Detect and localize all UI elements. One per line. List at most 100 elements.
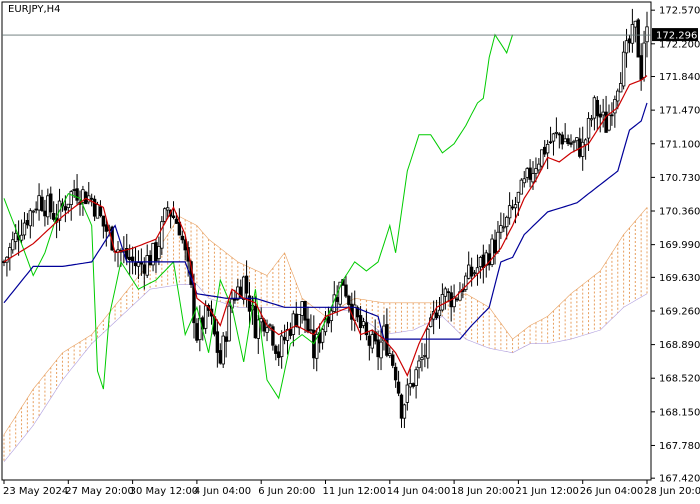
candle-body: [405, 384, 410, 403]
candle-body: [227, 305, 231, 342]
candle-body: [396, 381, 401, 394]
candle-body: [610, 114, 614, 117]
candle-body: [335, 297, 339, 302]
candle-body: [274, 345, 278, 354]
candle-body: [376, 339, 380, 358]
candle-body: [388, 353, 392, 357]
candle-body: [303, 300, 307, 321]
candle-body: [560, 134, 564, 145]
candle-body: [513, 204, 518, 209]
candle-body: [554, 131, 559, 134]
candle-body: [361, 321, 366, 326]
candle-body: [472, 272, 477, 275]
candle-body: [174, 218, 179, 224]
candle-body: [40, 196, 44, 211]
chart-area: 172.570 172.200 171.840 171.470 171.100 170.7…: [0, 0, 700, 500]
candle-body: [502, 226, 506, 229]
y-tick-label: 167.420: [659, 474, 700, 485]
candle-body: [616, 90, 620, 102]
candle-body: [127, 256, 132, 261]
candle-body: [645, 26, 649, 43]
candle-body: [417, 360, 421, 369]
candle-body: [414, 369, 418, 387]
x-tick-label: 11 Jun 12:00: [323, 486, 387, 497]
y-tick-label: 167.780: [659, 441, 700, 452]
candle-body: [618, 83, 623, 93]
candle-body: [423, 355, 427, 357]
candle-body: [408, 383, 412, 388]
candle-body: [426, 328, 430, 359]
candle-body: [49, 193, 53, 213]
candle-body: [569, 142, 573, 145]
candle-body: [195, 323, 199, 341]
candle-body: [11, 239, 15, 251]
candle-body: [481, 254, 486, 269]
candle-body: [496, 231, 500, 252]
candle-body: [522, 178, 526, 184]
candle-body: [37, 195, 41, 211]
candle-body: [31, 210, 35, 213]
candle-body: [540, 149, 544, 167]
candle-body: [63, 206, 68, 211]
candle-body: [244, 275, 249, 294]
candle-body: [291, 313, 296, 335]
candle-body: [586, 117, 591, 139]
candle-body: [253, 305, 258, 339]
candle-body: [467, 264, 471, 279]
candle-body: [581, 141, 585, 157]
candle-body: [639, 55, 643, 80]
candle-body: [25, 220, 30, 226]
candle-body: [154, 242, 158, 262]
candle-body: [443, 288, 448, 297]
candle-body: [294, 313, 298, 327]
candle-body: [306, 318, 310, 333]
candle-body: [420, 357, 424, 361]
candle-body: [19, 234, 24, 241]
candle-body: [72, 189, 76, 191]
candle-body: [160, 221, 164, 249]
symbol-label: EURJPY,H4: [8, 4, 61, 15]
candle-body: [157, 246, 161, 260]
candle-body: [607, 114, 611, 131]
candle-body: [548, 141, 553, 144]
candle-body: [455, 298, 459, 301]
candle-body: [598, 113, 602, 118]
y-tick-label: 169.990: [659, 240, 700, 251]
candle-body: [139, 262, 144, 265]
candle-body: [69, 191, 73, 205]
candle-body: [592, 97, 597, 119]
candle-body: [528, 167, 532, 180]
candle-body: [148, 255, 152, 266]
candle-body: [203, 305, 208, 329]
candle-body: [624, 40, 629, 54]
x-tick-label: 4 Jun 04:00: [194, 486, 251, 497]
candle-body: [627, 38, 632, 44]
candle-body: [519, 179, 524, 195]
candle-body: [165, 207, 170, 211]
candle-body: [34, 208, 38, 211]
candle-body: [142, 264, 146, 274]
candle-body: [566, 138, 570, 145]
candle-body: [572, 140, 576, 143]
x-tick-label: 21 Jun 12:00: [515, 486, 579, 497]
candle-body: [399, 394, 404, 419]
candle-body: [589, 118, 594, 121]
x-tick-label: 27 May 20:00: [65, 486, 134, 497]
candle-body: [358, 315, 363, 329]
candle-body: [215, 331, 220, 353]
y-tick-label: 172.570: [659, 6, 700, 17]
x-tick-label: 26 Jun 04:00: [580, 486, 644, 497]
candle-body: [583, 139, 588, 146]
candle-body: [393, 366, 398, 381]
candle-body: [385, 324, 389, 356]
x-tick-label: 28 Jun 20:00: [644, 486, 700, 497]
candle-body: [13, 232, 18, 242]
x-tick-label: 18 Jun 20:00: [451, 486, 515, 497]
candle-body: [180, 235, 184, 241]
candle-body: [505, 216, 509, 228]
x-tick-label: 23 May 2024: [3, 486, 68, 497]
candle-body: [320, 329, 325, 343]
candle-body: [89, 197, 94, 200]
candle-body: [367, 335, 372, 346]
candle-body: [259, 318, 263, 323]
